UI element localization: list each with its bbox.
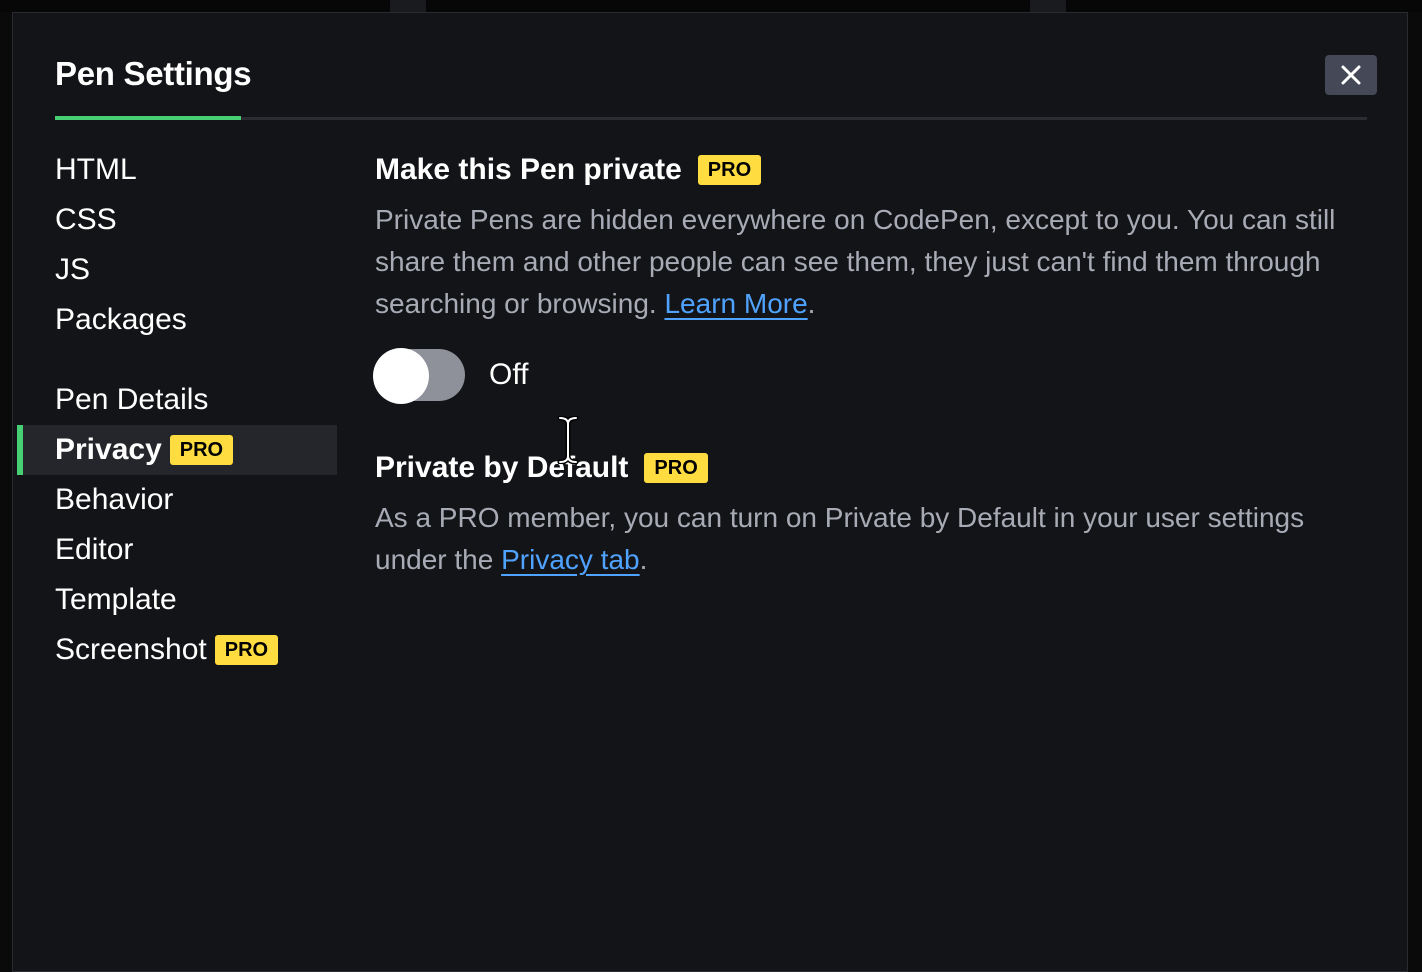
pro-badge: PRO xyxy=(169,435,234,465)
pro-badge: PRO xyxy=(697,155,762,185)
pro-badge: PRO xyxy=(214,635,279,665)
sidebar-item-label: CSS xyxy=(55,203,117,236)
sidebar-item-label: Template xyxy=(55,583,177,616)
description-text: Private Pens are hidden everywhere on Co… xyxy=(375,204,1336,319)
modal-title: Pen Settings xyxy=(55,55,252,92)
punctuation: . xyxy=(807,288,816,319)
private-toggle-row: Off xyxy=(373,345,1365,405)
private-default-heading: Private by Default xyxy=(375,451,629,484)
backdrop xyxy=(0,0,1422,12)
sidebar-item-label: JS xyxy=(55,253,91,286)
sidebar-item-screenshot[interactable]: Screenshot PRO xyxy=(17,625,337,675)
sidebar-item-pen-details[interactable]: Pen Details xyxy=(17,375,337,425)
sidebar-item-html[interactable]: HTML xyxy=(17,145,337,195)
learn-more-link[interactable]: Learn More xyxy=(664,288,807,319)
section-heading: Make this Pen private PRO xyxy=(375,153,1365,187)
section-heading: Private by Default PRO xyxy=(375,451,1365,485)
settings-sidebar: HTML CSS JS Packages Pen Details Privacy… xyxy=(17,145,337,675)
private-toggle[interactable] xyxy=(373,348,465,404)
sidebar-item-packages[interactable]: Packages xyxy=(17,295,337,345)
modal-header: Pen Settings xyxy=(55,49,1377,120)
sidebar-item-label: Screenshot xyxy=(55,633,207,666)
punctuation: . xyxy=(639,544,648,575)
private-default-section: Private by Default PRO As a PRO member, … xyxy=(375,451,1365,581)
sidebar-item-label: HTML xyxy=(55,153,137,186)
private-default-description: As a PRO member, you can turn on Private… xyxy=(375,497,1365,581)
sidebar-item-label: Privacy xyxy=(55,433,162,466)
sidebar-item-template[interactable]: Template xyxy=(17,575,337,625)
sidebar-item-privacy[interactable]: Privacy PRO xyxy=(17,425,337,475)
toggle-state-label: Off xyxy=(489,358,529,391)
sidebar-item-editor[interactable]: Editor xyxy=(17,525,337,575)
make-private-section: Make this Pen private PRO Private Pens a… xyxy=(373,153,1365,405)
text-cursor-icon xyxy=(557,416,579,464)
sidebar-item-behavior[interactable]: Behavior xyxy=(17,475,337,525)
sidebar-item-label: Behavior xyxy=(55,483,174,516)
privacy-panel: Make this Pen private PRO Private Pens a… xyxy=(373,153,1365,581)
backdrop-tab xyxy=(1030,0,1066,12)
sidebar-item-css[interactable]: CSS xyxy=(17,195,337,245)
make-private-heading: Make this Pen private xyxy=(375,153,682,186)
sidebar-item-label: Packages xyxy=(55,303,187,336)
sidebar-item-label: Editor xyxy=(55,533,134,566)
backdrop-tab xyxy=(390,0,426,12)
toggle-knob xyxy=(373,348,429,404)
sidebar-item-label: Pen Details xyxy=(55,383,209,416)
close-button[interactable] xyxy=(1325,55,1377,95)
close-icon xyxy=(1341,65,1361,85)
pro-badge: PRO xyxy=(644,453,708,483)
pen-settings-modal: Pen Settings HTML CSS JS Packages Pen De… xyxy=(12,12,1408,972)
sidebar-divider xyxy=(17,345,337,375)
sidebar-item-js[interactable]: JS xyxy=(17,245,337,295)
title-underline xyxy=(55,116,241,120)
privacy-tab-link[interactable]: Privacy tab xyxy=(501,544,640,575)
make-private-description: Private Pens are hidden everywhere on Co… xyxy=(375,199,1365,325)
